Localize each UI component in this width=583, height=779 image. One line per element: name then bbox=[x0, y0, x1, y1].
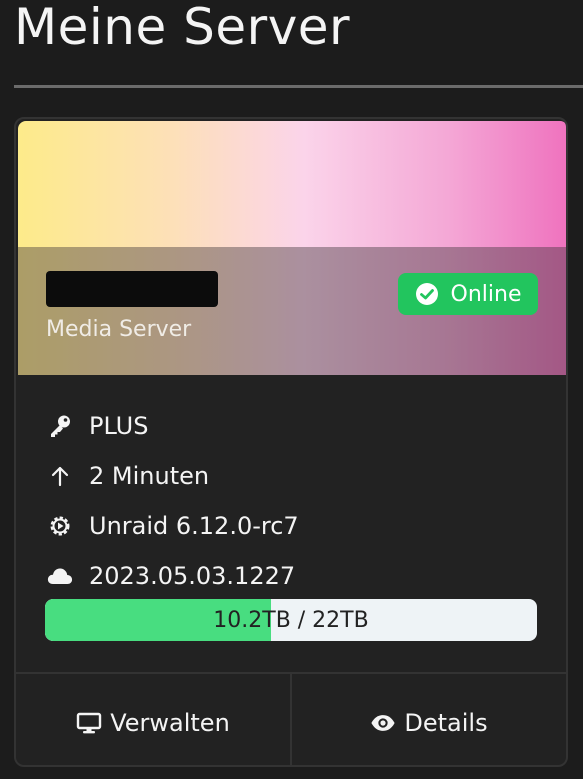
os-version-row: Unraid 6.12.0-rc7 bbox=[46, 501, 299, 551]
server-description: Media Server bbox=[46, 317, 192, 342]
card-actions: Verwalten Details bbox=[16, 672, 566, 765]
server-banner: Media Server Online bbox=[18, 121, 566, 375]
storage-usage-bar: 10.2TB / 22TB bbox=[45, 599, 537, 641]
connect-version-row: 2023.05.03.1227 bbox=[46, 551, 299, 601]
manage-button[interactable]: Verwalten bbox=[16, 674, 290, 765]
status-badge: Online bbox=[398, 273, 538, 315]
details-button-label: Details bbox=[404, 708, 488, 737]
cloud-icon bbox=[46, 562, 74, 590]
os-version-value: Unraid 6.12.0-rc7 bbox=[89, 512, 299, 540]
license-row: PLUS bbox=[46, 401, 299, 451]
monitor-icon bbox=[76, 710, 102, 736]
connect-version-value: 2023.05.03.1227 bbox=[89, 562, 296, 590]
status-label: Online bbox=[450, 281, 522, 307]
license-value: PLUS bbox=[89, 412, 149, 440]
key-icon bbox=[46, 412, 74, 440]
manage-button-label: Verwalten bbox=[110, 708, 230, 737]
check-circle-icon bbox=[415, 282, 439, 306]
storage-usage-label: 10.2TB / 22TB bbox=[213, 607, 369, 633]
server-info-list: PLUS 2 Minuten Unraid 6.12.0-rc7 2023.05… bbox=[46, 401, 299, 601]
arrow-up-icon bbox=[46, 462, 74, 490]
uptime-row: 2 Minuten bbox=[46, 451, 299, 501]
title-divider bbox=[14, 85, 583, 88]
gear-icon bbox=[46, 512, 74, 540]
page-title: Meine Server bbox=[14, 0, 351, 56]
server-name-redacted bbox=[46, 271, 218, 307]
details-button[interactable]: Details bbox=[290, 674, 566, 765]
server-card: Media Server Online PLUS 2 Minuten Unrai… bbox=[14, 117, 568, 767]
eye-icon bbox=[370, 710, 396, 736]
uptime-value: 2 Minuten bbox=[89, 462, 210, 490]
